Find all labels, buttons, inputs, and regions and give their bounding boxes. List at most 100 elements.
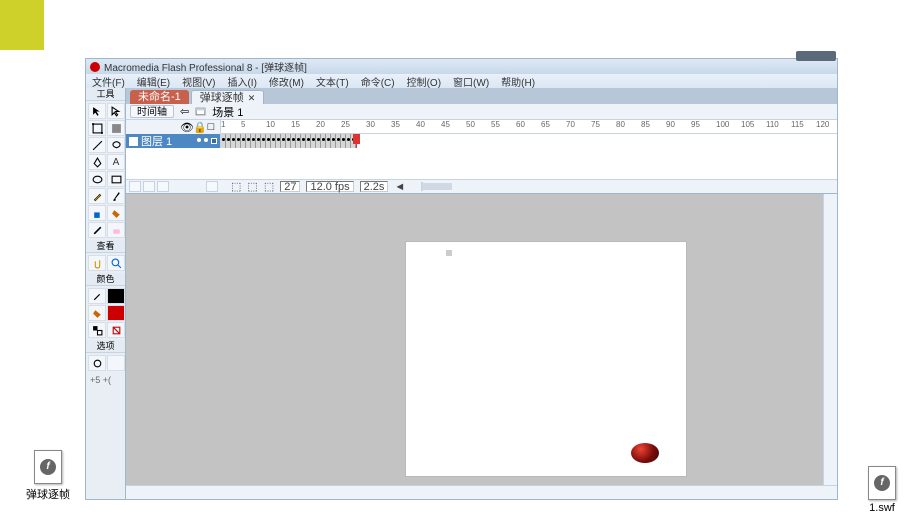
fill-swatch[interactable]	[107, 305, 125, 321]
timeline-toggle-button[interactable]: 时间轴	[130, 105, 174, 118]
desktop-file-fla[interactable]: f 弹球逐帧	[18, 450, 78, 502]
menu-edit[interactable]: 编辑(E)	[137, 74, 170, 89]
desktop-file-swf[interactable]: f 1.swf	[852, 466, 912, 514]
gradient-tool-icon[interactable]	[107, 120, 125, 136]
slide-accent-block	[0, 0, 44, 50]
outline-icon[interactable]: □	[206, 121, 216, 133]
layer-page-icon	[129, 137, 138, 146]
desktop-file-label: 弹球逐帧	[18, 486, 78, 502]
delete-layer-icon[interactable]	[206, 181, 218, 192]
stage-canvas[interactable]	[406, 242, 686, 476]
stroke-swatch[interactable]	[107, 288, 125, 304]
rect-tool-icon[interactable]	[107, 171, 125, 187]
ruler-tick: 100	[716, 120, 729, 129]
swf-file-icon: f	[868, 466, 896, 500]
layer-name: 图层 1	[141, 133, 172, 149]
ruler-tick: 65	[541, 120, 550, 129]
menubar: 文件(F) 编辑(E) 视图(V) 插入(I) 修改(M) 文本(T) 命令(C…	[86, 74, 837, 88]
tab-untitled[interactable]: 未命名-1	[130, 90, 189, 104]
tool-header-option: 选项	[86, 340, 125, 353]
ball-shape[interactable]	[631, 443, 659, 463]
timeline-scrollbar[interactable]	[421, 182, 423, 191]
edit-multi-icon[interactable]: ⬚	[264, 180, 274, 193]
ruler-tick: 5	[241, 120, 245, 129]
selection-tool-icon[interactable]	[88, 103, 106, 119]
ruler-tick: 115	[791, 120, 804, 129]
playhead[interactable]	[356, 134, 357, 148]
pencil-tool-icon[interactable]	[88, 188, 106, 204]
tool-header-tools: 工具	[86, 88, 125, 101]
layer-row[interactable]: 图层 1	[126, 134, 220, 148]
lasso-tool-icon[interactable]	[107, 137, 125, 153]
title-text: Macromedia Flash Professional 8 - [弹球逐帧]	[104, 59, 307, 74]
oval-tool-icon[interactable]	[88, 171, 106, 187]
current-frame-field[interactable]: 27	[280, 181, 300, 192]
text-tool-icon[interactable]: A	[107, 154, 125, 170]
bw-swap-icon[interactable]	[88, 322, 106, 338]
zoom-tool-icon[interactable]	[107, 255, 125, 271]
ruler-tick: 50	[466, 120, 475, 129]
menu-file[interactable]: 文件(F)	[92, 74, 125, 89]
ruler-tick: 90	[666, 120, 675, 129]
menu-help[interactable]: 帮助(H)	[501, 74, 535, 89]
app-icon	[90, 62, 100, 72]
timeline-menu-icon[interactable]: ◄	[394, 181, 405, 193]
scene-label[interactable]: 场景 1	[212, 104, 243, 120]
eye-icon[interactable]: 👁	[180, 121, 190, 134]
ruler-tick: 60	[516, 120, 525, 129]
titlebar[interactable]: Macromedia Flash Professional 8 - [弹球逐帧]	[86, 59, 837, 74]
snap-option-icon[interactable]	[88, 355, 106, 371]
menu-control[interactable]: 控制(O)	[407, 74, 441, 89]
menu-insert[interactable]: 插入(I)	[227, 74, 256, 89]
menu-view[interactable]: 视图(V)	[182, 74, 215, 89]
pen-tool-icon[interactable]	[88, 154, 106, 170]
smooth-option-icon[interactable]	[107, 355, 125, 371]
fill-color-icon[interactable]	[88, 305, 106, 321]
tool-header-color: 颜色	[86, 273, 125, 286]
inkbottle-tool-icon[interactable]	[88, 205, 106, 221]
hand-tool-icon[interactable]	[88, 255, 106, 271]
tool-header-view: 查看	[86, 240, 125, 253]
vertical-scrollbar[interactable]	[823, 194, 837, 485]
paintbucket-tool-icon[interactable]	[107, 205, 125, 221]
window-control-strip[interactable]	[796, 51, 836, 61]
stage-viewport[interactable]	[126, 194, 837, 485]
ruler-tick: 35	[391, 120, 400, 129]
registration-marker	[446, 250, 452, 256]
subselection-tool-icon[interactable]	[107, 103, 125, 119]
line-tool-icon[interactable]	[88, 137, 106, 153]
free-transform-tool-icon[interactable]	[88, 120, 106, 136]
eraser-tool-icon[interactable]	[107, 222, 125, 238]
lock-icon[interactable]: 🔒	[193, 121, 203, 134]
ruler-tick: 85	[641, 120, 650, 129]
eyedropper-tool-icon[interactable]	[88, 222, 106, 238]
fps-field[interactable]: 12.0 fps	[306, 181, 353, 192]
menu-command[interactable]: 命令(C)	[361, 74, 395, 89]
brush-tool-icon[interactable]	[107, 188, 125, 204]
frame-ruler[interactable]: 1510152025303540455055606570758085909510…	[221, 120, 837, 134]
close-icon[interactable]: ✕	[248, 93, 256, 103]
ruler-tick: 10	[266, 120, 275, 129]
ruler-tick: 75	[591, 120, 600, 129]
horizontal-scrollbar[interactable]	[126, 485, 837, 499]
back-arrow-icon[interactable]: ⇦	[180, 105, 189, 118]
ruler-tick: 15	[291, 120, 300, 129]
noswap-icon[interactable]	[107, 322, 125, 338]
menu-window[interactable]: 窗口(W)	[453, 74, 489, 89]
stroke-color-icon[interactable]	[88, 288, 106, 304]
add-folder-icon[interactable]	[157, 181, 169, 192]
empty-frames[interactable]	[356, 134, 837, 148]
document-tabs: 未命名-1 弹球逐帧✕	[126, 88, 837, 104]
ruler-tick: 40	[416, 120, 425, 129]
onion-btn-icon[interactable]: ⬚	[231, 180, 241, 193]
timeline-header-bar: 时间轴 ⇦ 场景 1	[126, 104, 837, 120]
menu-text[interactable]: 文本(T)	[316, 74, 349, 89]
frame-strip[interactable]	[221, 134, 837, 148]
add-motion-guide-icon[interactable]	[143, 181, 155, 192]
ruler-tick: 105	[741, 120, 754, 129]
ruler-tick: 20	[316, 120, 325, 129]
menu-modify[interactable]: 修改(M)	[269, 74, 304, 89]
onion-outlines-icon[interactable]: ⬚	[247, 180, 257, 193]
add-layer-icon[interactable]	[129, 181, 141, 192]
tab-active-doc[interactable]: 弹球逐帧✕	[191, 90, 265, 104]
